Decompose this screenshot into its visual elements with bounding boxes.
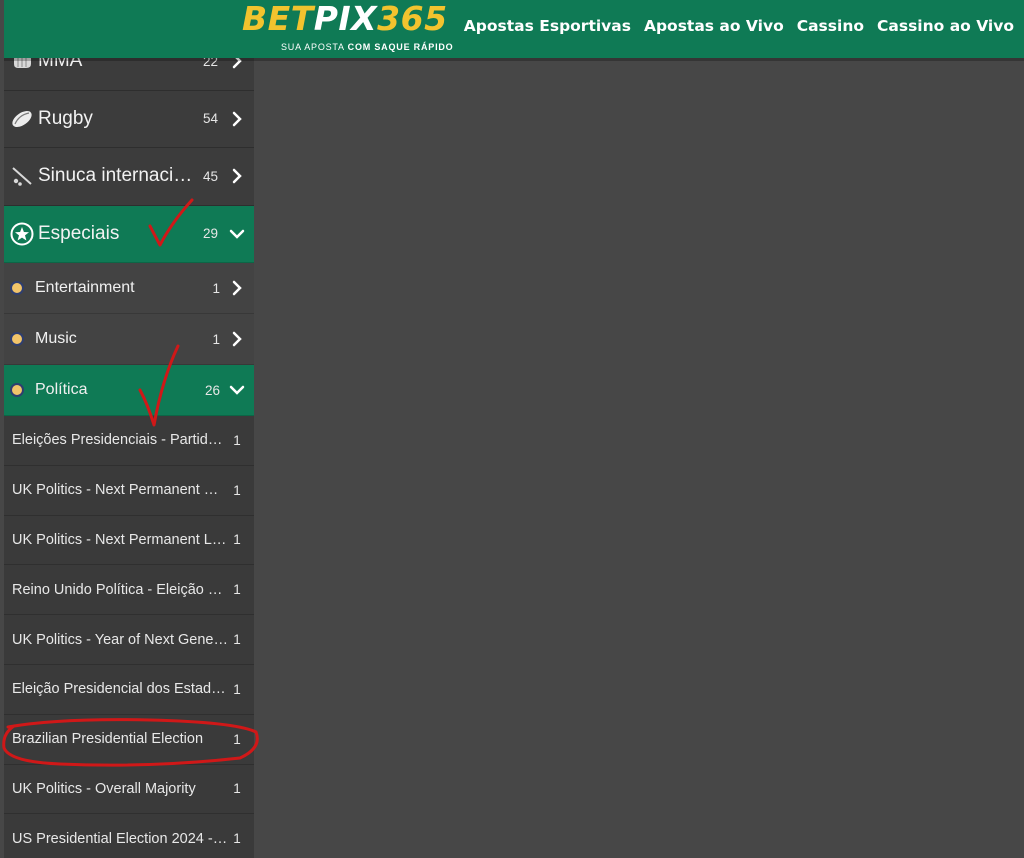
category-dot-icon	[10, 383, 24, 397]
nav-cassino-ao-vivo[interactable]: Cassino ao Vivo	[877, 17, 1014, 35]
category-label: Política	[35, 381, 88, 398]
event-count: 1	[233, 632, 241, 648]
event-label: Reino Unido Política - Eleição Geral	[12, 581, 228, 598]
chevron-down-icon	[226, 223, 248, 245]
event-count: 1	[233, 432, 241, 448]
event-label: UK Politics - Year of Next General Elect…	[12, 631, 228, 648]
event-label: UK Politics - Next Permanent Labour Lead…	[12, 531, 228, 548]
main-nav: Apostas Esportivas Apostas ao Vivo Cassi…	[464, 17, 1014, 35]
event-item[interactable]: Eleições Presidenciais - Partido Democra…	[4, 416, 254, 466]
sports-sidebar: MMA 22 Rugby 54 Sinuca internacional 45 …	[4, 33, 254, 858]
category-label: Music	[35, 330, 77, 347]
event-label: UK Politics - Next Permanent Conservativ…	[12, 482, 228, 499]
category-dot-icon	[10, 281, 24, 295]
event-count: 1	[233, 731, 241, 747]
sport-item-sinuca[interactable]: Sinuca internacional 45	[4, 148, 254, 206]
event-item[interactable]: US Presidential Election 2024 - Winner 1	[4, 814, 254, 858]
sport-count: 29	[202, 226, 218, 242]
event-label: US Presidential Election 2024 - Winner	[12, 830, 228, 847]
category-count: 1	[212, 331, 220, 347]
sport-count: 54	[202, 111, 218, 127]
sport-count: 45	[202, 168, 218, 184]
event-count: 1	[233, 681, 241, 697]
event-label: Eleições Presidenciais - Partido Democra…	[12, 432, 228, 449]
chevron-right-icon	[226, 277, 248, 299]
sport-item-rugby[interactable]: Rugby 54	[4, 90, 254, 148]
snooker-cue-icon	[10, 164, 34, 188]
event-count: 1	[233, 781, 241, 797]
star-icon	[10, 222, 34, 246]
top-header: BETPIX365 SUA APOSTA COM SAQUE RÁPIDO Ap…	[4, 0, 1024, 61]
sport-item-especiais[interactable]: Especiais 29	[4, 205, 254, 263]
event-count: 1	[233, 831, 241, 847]
category-item-politica[interactable]: Política 26	[4, 365, 254, 416]
event-item[interactable]: Reino Unido Política - Eleição Geral 1	[4, 565, 254, 616]
category-count: 1	[212, 280, 220, 296]
event-label: Brazilian Presidential Election	[12, 731, 204, 748]
event-label: UK Politics - Overall Majority	[12, 780, 196, 797]
event-count: 1	[233, 482, 241, 498]
event-item[interactable]: Eleição Presidencial dos Estados Unidos 1	[4, 664, 254, 715]
logo-tagline: SUA APOSTA COM SAQUE RÁPIDO	[281, 42, 454, 52]
event-count: 1	[233, 532, 241, 548]
category-count: 26	[204, 382, 220, 398]
category-label: Entertainment	[35, 279, 135, 296]
nav-cassino[interactable]: Cassino	[797, 17, 864, 35]
nav-apostas-esportivas[interactable]: Apostas Esportivas	[464, 17, 631, 35]
sport-label: Sinuca internacional	[38, 165, 198, 187]
event-count: 1	[233, 582, 241, 598]
category-item-music[interactable]: Music 1	[4, 314, 254, 365]
nav-apostas-ao-vivo[interactable]: Apostas ao Vivo	[644, 17, 784, 35]
event-item[interactable]: UK Politics - Next Permanent Conservativ…	[4, 465, 254, 516]
event-label: Eleição Presidencial dos Estados Unidos	[12, 681, 228, 698]
event-item[interactable]: UK Politics - Overall Majority 1	[4, 764, 254, 815]
chevron-right-icon	[226, 165, 248, 187]
rugby-ball-icon	[10, 107, 34, 131]
sport-label: Rugby	[38, 107, 93, 129]
event-item-brazilian-election[interactable]: Brazilian Presidential Election 1	[4, 714, 254, 765]
event-item[interactable]: UK Politics - Year of Next General Elect…	[4, 615, 254, 665]
category-dot-icon	[10, 332, 24, 346]
chevron-right-icon	[226, 108, 248, 130]
betpix365-logo[interactable]: BETPIX365 SUA APOSTA COM SAQUE RÁPIDO	[240, 0, 492, 56]
event-item[interactable]: UK Politics - Next Permanent Labour Lead…	[4, 515, 254, 566]
logo-wordmark: BETPIX365	[242, 0, 448, 38]
category-item-entertainment[interactable]: Entertainment 1	[4, 263, 254, 314]
chevron-right-icon	[226, 328, 248, 350]
chevron-down-icon	[226, 379, 248, 401]
sport-label: Especiais	[38, 222, 120, 244]
